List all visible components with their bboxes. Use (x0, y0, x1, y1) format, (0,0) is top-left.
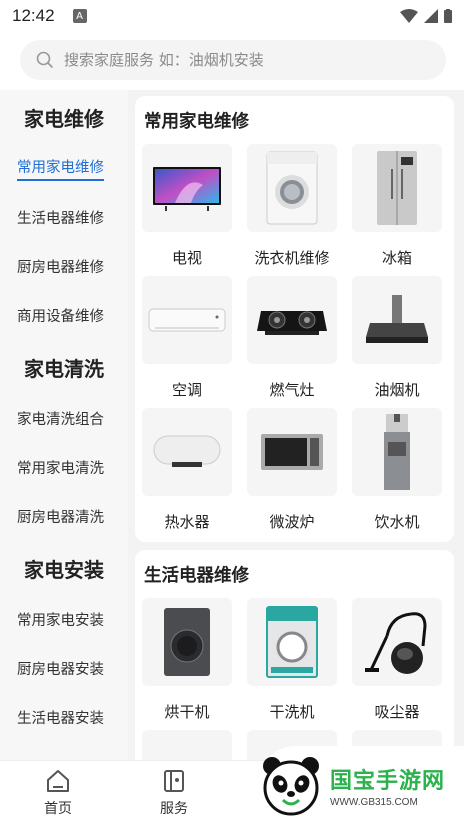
service-tile-fridge[interactable]: 冰箱 (352, 144, 442, 268)
sidebar-item-daily-appliance-repair[interactable]: 生活电器维修 (0, 193, 128, 242)
tile-label: 燃气灶 (269, 381, 315, 399)
sidebar-item-common-appliance-install[interactable]: 常用家电安装 (0, 595, 128, 644)
range-hood-icon (366, 295, 428, 343)
watermark-url: WWW.GB315.COM (330, 796, 418, 808)
service-tile-vacuum[interactable]: 吸尘器 (352, 598, 442, 722)
search-bar (0, 32, 464, 90)
tile-label: 油烟机 (374, 381, 420, 399)
wifi-icon (400, 9, 418, 23)
tab-label: 首页 (44, 801, 72, 817)
gas-stove-icon (257, 311, 327, 335)
tile-label: 烘干机 (164, 703, 210, 721)
search-box[interactable] (20, 40, 446, 80)
home-icon (47, 770, 69, 792)
section-title: 生活电器维修 (144, 566, 249, 586)
tile-label: 吸尘器 (374, 703, 420, 721)
tab-label: 服务 (160, 801, 188, 817)
vacuum-icon (365, 612, 427, 674)
sidebar-group-title: 家电安装 (24, 557, 104, 582)
section-card-daily-repair: 生活电器维修 烘干机 干洗机 吸尘器 (135, 550, 454, 760)
search-input[interactable] (64, 51, 404, 69)
tab-service[interactable]: 服务 (116, 761, 232, 824)
service-content: 常用家电维修 电视 洗衣机维修 冰箱 空调 燃气灶 油烟机 热水器 微波炉 饮水… (128, 90, 464, 760)
status-icons (400, 9, 452, 23)
sidebar-item-kitchen-appliance-install[interactable]: 厨房电器安装 (0, 644, 128, 693)
sidebar-item-daily-appliance-install[interactable]: 生活电器安装 (0, 693, 128, 742)
tile-label: 空调 (171, 381, 202, 399)
dryer-icon (164, 608, 210, 676)
sidebar-item-kitchen-appliance-repair[interactable]: 厨房电器维修 (0, 242, 128, 291)
sidebar-group-title: 家电清洗 (24, 356, 104, 381)
microwave-icon (261, 434, 323, 470)
battery-icon (444, 9, 452, 23)
service-tile-range-hood[interactable]: 油烟机 (352, 276, 442, 400)
sidebar-item-kitchen-appliance-cleaning[interactable]: 厨房电器清洗 (0, 492, 128, 541)
fridge-icon (377, 151, 417, 225)
category-sidebar: 家电维修 常用家电维修 生活电器维修 厨房电器维修 商用设备维修 家电清洗 家电… (0, 90, 128, 760)
tile-label: 饮水机 (374, 513, 420, 531)
water-heater-icon (153, 435, 221, 467)
washing-machine-icon (266, 151, 318, 225)
service-tile-air-conditioner[interactable]: 空调 (142, 276, 232, 400)
tile-label: 电视 (171, 249, 202, 267)
tile-label: 冰箱 (381, 249, 412, 267)
status-time: 12:42 (12, 6, 55, 25)
sidebar-item-commercial-equipment-repair[interactable]: 商用设备维修 (0, 291, 128, 340)
notification-badge-icon: A (72, 9, 87, 23)
tile-label: 干洗机 (269, 703, 315, 721)
search-icon (36, 51, 54, 69)
tile-label: 洗衣机维修 (254, 249, 330, 267)
dry-cleaner-icon (266, 606, 318, 678)
panda-logo-icon (263, 757, 319, 816)
service-tile-dry-cleaner[interactable]: 干洗机 (247, 598, 337, 722)
watermark-brand: 国宝手游网 (330, 768, 446, 794)
signal-icon (424, 9, 438, 23)
service-tile-dryer[interactable]: 烘干机 (142, 598, 232, 722)
sidebar-item-cleaning-combo[interactable]: 家电清洗组合 (0, 394, 128, 443)
section-title: 常用家电维修 (144, 112, 249, 132)
service-tile-washing-machine[interactable]: 洗衣机维修 (247, 144, 337, 268)
tv-icon (153, 167, 221, 211)
tab-home[interactable]: 首页 (0, 761, 116, 824)
section-card-common-repair: 常用家电维修 电视 洗衣机维修 冰箱 空调 燃气灶 油烟机 热水器 微波炉 饮水… (135, 96, 454, 542)
service-tile-gas-stove[interactable]: 燃气灶 (247, 276, 337, 400)
status-bar: 12:42 A (0, 0, 464, 32)
tile-label: 微波炉 (269, 513, 315, 531)
service-icon (164, 770, 184, 792)
watermark: 国宝手游网 WWW.GB315.COM (258, 746, 464, 824)
sidebar-item-common-appliance-cleaning[interactable]: 常用家电清洗 (0, 443, 128, 492)
service-tile-tv[interactable]: 电视 (142, 144, 232, 268)
service-tile-microwave[interactable]: 微波炉 (247, 408, 337, 532)
service-tile-partial[interactable] (142, 730, 232, 760)
sidebar-item-common-appliance-repair[interactable]: 常用家电维修 (0, 144, 128, 193)
air-conditioner-icon (148, 308, 226, 332)
service-tile-water-dispenser[interactable]: 饮水机 (352, 408, 442, 532)
tile-label: 热水器 (164, 513, 210, 531)
water-dispenser-icon (384, 414, 410, 490)
sidebar-group-title: 家电维修 (24, 106, 104, 131)
service-tile-water-heater[interactable]: 热水器 (142, 408, 232, 532)
